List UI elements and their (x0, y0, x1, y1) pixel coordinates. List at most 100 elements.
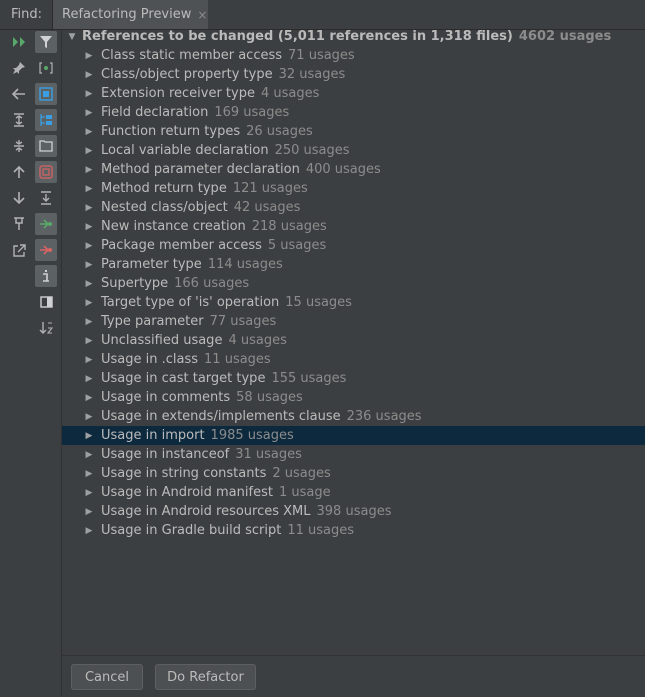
exclude-icon[interactable] (35, 187, 57, 209)
usage-count: 155 usages (271, 371, 347, 386)
collapse-arrow-icon[interactable]: ▶ (83, 393, 95, 403)
group-by-package-icon[interactable] (35, 83, 57, 105)
collapse-arrow-icon[interactable]: ▶ (83, 526, 95, 536)
next-occurrence-icon[interactable] (8, 187, 30, 209)
tree-node[interactable]: ▶ Nested class/object 42 usages (62, 198, 645, 217)
node-label: Target type of 'is' operation (101, 295, 280, 310)
usage-count: 2 usages (272, 466, 331, 481)
tree-node[interactable]: ▶ Usage in string constants 2 usages (62, 464, 645, 483)
info-icon[interactable] (35, 265, 57, 287)
node-label: Package member access (101, 238, 262, 253)
usage-count: 236 usages (346, 409, 422, 424)
export-icon[interactable] (8, 239, 30, 261)
tab-refactoring-preview[interactable]: Refactoring Preview × (52, 0, 208, 29)
tree-node[interactable]: ▶ Package member access 5 usages (62, 236, 645, 255)
cancel-button[interactable]: Cancel (71, 664, 143, 690)
usages-tree[interactable]: ▼ References to be changed (5,011 refere… (62, 29, 645, 655)
collapse-arrow-icon[interactable]: ▶ (83, 412, 95, 422)
tree-node[interactable]: ▶ Unclassified usage 4 usages (62, 331, 645, 350)
tree-node[interactable]: ▶ Usage in Android resources XML 398 usage… (62, 502, 645, 521)
node-label: Method return type (101, 181, 227, 196)
tree-node[interactable]: ▶ Usage in cast target type 155 usages (62, 369, 645, 388)
add-to-scope-icon[interactable] (35, 213, 57, 235)
remove-from-scope-icon[interactable] (35, 239, 57, 261)
node-label: Extension receiver type (101, 86, 255, 101)
node-label: Function return types (101, 124, 241, 139)
expand-all-icon[interactable] (8, 109, 30, 131)
usage-count: 1985 usages (210, 428, 294, 443)
collapse-arrow-icon[interactable]: ▶ (83, 127, 95, 137)
collapse-arrow-icon[interactable]: ▶ (83, 260, 95, 270)
file-structure-icon[interactable] (35, 161, 57, 183)
back-icon[interactable] (8, 83, 30, 105)
close-icon[interactable]: × (197, 8, 207, 22)
collapse-arrow-icon[interactable]: ▶ (83, 165, 95, 175)
pin-icon[interactable] (8, 57, 30, 79)
collapse-arrow-icon[interactable]: ▶ (83, 146, 95, 156)
group-by-directory-icon[interactable] (35, 109, 57, 131)
filter-icon[interactable] (35, 31, 57, 53)
collapse-arrow-icon[interactable]: ▶ (83, 70, 95, 80)
usage-count: 1 usage (278, 485, 331, 500)
tree-node[interactable]: ▶ Usage in extends/implements clause 236 u… (62, 407, 645, 426)
node-label: Usage in string constants (101, 466, 267, 481)
rerun-icon[interactable] (8, 31, 30, 53)
node-label: Usage in Android resources XML (101, 504, 311, 519)
node-label: Usage in .class (101, 352, 199, 367)
tree-node[interactable]: ▶ Class/object property type 32 usages (62, 65, 645, 84)
tree-node[interactable]: ▶ Type parameter 77 usages (62, 312, 645, 331)
tree-node[interactable]: ▶ Local variable declaration 250 usages (62, 141, 645, 160)
tree-node[interactable]: ▶ Usage in Android manifest 1 usage (62, 483, 645, 502)
tree-node[interactable]: ▶ Class static member access 71 usages (62, 46, 645, 65)
tree-node[interactable]: ▶ Usage in .class 11 usages (62, 350, 645, 369)
expand-arrow-icon[interactable]: ▼ (66, 32, 78, 42)
collapse-arrow-icon[interactable]: ▶ (83, 317, 95, 327)
collapse-arrow-icon[interactable]: ▶ (83, 184, 95, 194)
previous-occurrence-icon[interactable] (8, 161, 30, 183)
sort-icon[interactable] (35, 317, 57, 339)
node-label: Method parameter declaration (101, 162, 300, 177)
tree-node[interactable]: ▶ Function return types 26 usages (62, 122, 645, 141)
node-label: Usage in comments (101, 390, 231, 405)
tree-node[interactable]: ▶ Usage in Gradle build script 11 usages (62, 521, 645, 540)
do-refactor-button[interactable]: Do Refactor (155, 664, 256, 690)
usage-count: 77 usages (209, 314, 277, 329)
collapse-arrow-icon[interactable]: ▶ (83, 336, 95, 346)
usage-count: 121 usages (232, 181, 308, 196)
tree-node[interactable]: ▶ Target type of 'is' operation 15 usages (62, 293, 645, 312)
collapse-arrow-icon[interactable]: ▶ (83, 431, 95, 441)
tree-node[interactable]: ▶ Extension receiver type 4 usages (62, 84, 645, 103)
group-by-module-icon[interactable] (35, 57, 57, 79)
preview-icon[interactable] (35, 291, 57, 313)
collapse-arrow-icon[interactable]: ▶ (83, 298, 95, 308)
collapse-arrow-icon[interactable]: ▶ (83, 108, 95, 118)
collapse-arrow-icon[interactable]: ▶ (83, 279, 95, 289)
collapse-arrow-icon[interactable]: ▶ (83, 222, 95, 232)
collapse-arrow-icon[interactable]: ▶ (83, 450, 95, 460)
tree-node[interactable]: ▶ New instance creation 218 usages (62, 217, 645, 236)
collapse-arrow-icon[interactable]: ▶ (83, 51, 95, 61)
tree-node[interactable]: ▶ Method parameter declaration 400 usages (62, 160, 645, 179)
collapse-arrow-icon[interactable]: ▶ (83, 488, 95, 498)
tree-node[interactable]: ▶ Field declaration 169 usages (62, 103, 645, 122)
tree-node[interactable]: ▶ Usage in instanceof 31 usages (62, 445, 645, 464)
collapse-all-icon[interactable] (8, 135, 30, 157)
collapse-arrow-icon[interactable]: ▶ (83, 507, 95, 517)
collapse-arrow-icon[interactable]: ▶ (83, 89, 95, 99)
collapse-arrow-icon[interactable]: ▶ (83, 241, 95, 251)
tree-root-node[interactable]: ▼ References to be changed (5,011 refere… (62, 27, 645, 46)
usage-count: 4 usages (228, 333, 287, 348)
tree-node[interactable]: ▶ Usage in comments 58 usages (62, 388, 645, 407)
usage-count: 11 usages (287, 523, 355, 538)
group-by-file-icon[interactable] (35, 135, 57, 157)
collapse-arrow-icon[interactable]: ▶ (83, 469, 95, 479)
usage-count: 169 usages (214, 105, 290, 120)
collapse-arrow-icon[interactable]: ▶ (83, 374, 95, 384)
tree-node[interactable]: ▶ Method return type 121 usages (62, 179, 645, 198)
tree-node[interactable]: ▶ Supertype 166 usages (62, 274, 645, 293)
pin-tab-icon[interactable] (8, 213, 30, 235)
tree-node[interactable]: ▶ Usage in import 1985 usages (62, 426, 645, 445)
collapse-arrow-icon[interactable]: ▶ (83, 355, 95, 365)
tree-node[interactable]: ▶ Parameter type 114 usages (62, 255, 645, 274)
collapse-arrow-icon[interactable]: ▶ (83, 203, 95, 213)
